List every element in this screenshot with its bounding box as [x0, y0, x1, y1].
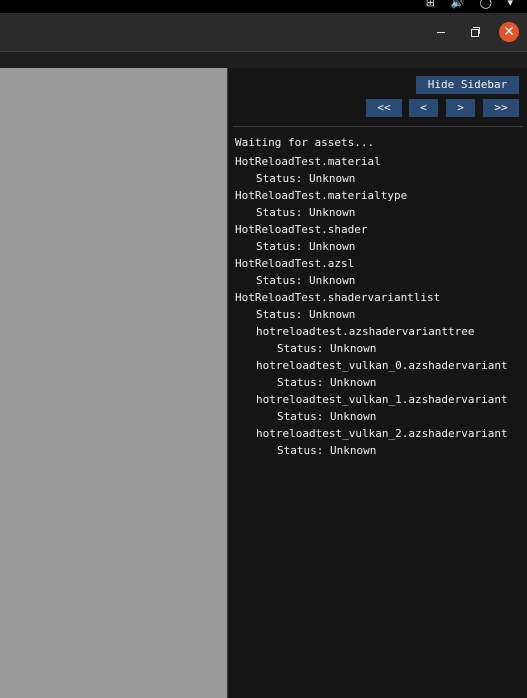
asset-row: Status: Unknown [256, 172, 356, 185]
restore-button[interactable] [460, 13, 490, 51]
sidebar-panel: Hide Sidebar << < > >> Waiting for asset… [227, 68, 527, 698]
asset-row: hotreloadtest_vulkan_1.azshadervariant [256, 393, 508, 406]
last-button[interactable]: >> [483, 99, 519, 117]
asset-list: HotReloadTest.material Status: Unknown H… [235, 153, 525, 459]
asset-row: HotReloadTest.shader [235, 223, 368, 236]
asset-row: hotreloadtest_vulkan_2.azshadervariant [256, 427, 508, 440]
chevron-down-icon[interactable]: ▾ [507, 0, 513, 9]
render-viewport[interactable] [0, 68, 227, 698]
asset-row: Status: Unknown [277, 410, 377, 423]
first-button[interactable]: << [366, 99, 402, 117]
asset-row: HotReloadTest.materialtype [235, 189, 408, 202]
asset-row: Status: Unknown [277, 376, 377, 389]
system-tray: ⊞ 🔊 ◯ ▾ [414, 0, 513, 9]
asset-row: Status: Unknown [256, 240, 356, 253]
system-top-bar: ⊞ 🔊 ◯ ▾ [0, 0, 527, 13]
menu-strip [0, 51, 527, 69]
asset-row: Status: Unknown [277, 444, 377, 457]
asset-row: Status: Unknown [256, 274, 356, 287]
asset-row: HotReloadTest.shadervariantlist [235, 291, 441, 304]
asset-row: Status: Unknown [256, 206, 356, 219]
asset-row: Status: Unknown [256, 308, 356, 321]
asset-row: Status: Unknown [277, 342, 377, 355]
volume-icon[interactable]: 🔊 [450, 0, 464, 9]
asset-row: hotreloadtest.azshadervarianttree [256, 325, 475, 338]
hide-sidebar-button[interactable]: Hide Sidebar [416, 76, 519, 94]
power-icon[interactable]: ◯ [480, 0, 492, 9]
window-title-bar: ✕ [0, 13, 527, 51]
close-button[interactable]: ✕ [495, 13, 525, 51]
minimize-button[interactable] [426, 13, 456, 51]
network-icon[interactable]: ⊞ [426, 0, 435, 9]
asset-row: hotreloadtest_vulkan_0.azshadervariant [256, 359, 508, 372]
waiting-status-text: Waiting for assets... [235, 136, 375, 149]
asset-row: HotReloadTest.material [235, 155, 381, 168]
next-button[interactable]: > [446, 99, 475, 117]
sidebar-divider [233, 126, 523, 127]
asset-row: HotReloadTest.azsl [235, 257, 355, 270]
close-icon: ✕ [499, 22, 519, 42]
previous-button[interactable]: < [409, 99, 438, 117]
